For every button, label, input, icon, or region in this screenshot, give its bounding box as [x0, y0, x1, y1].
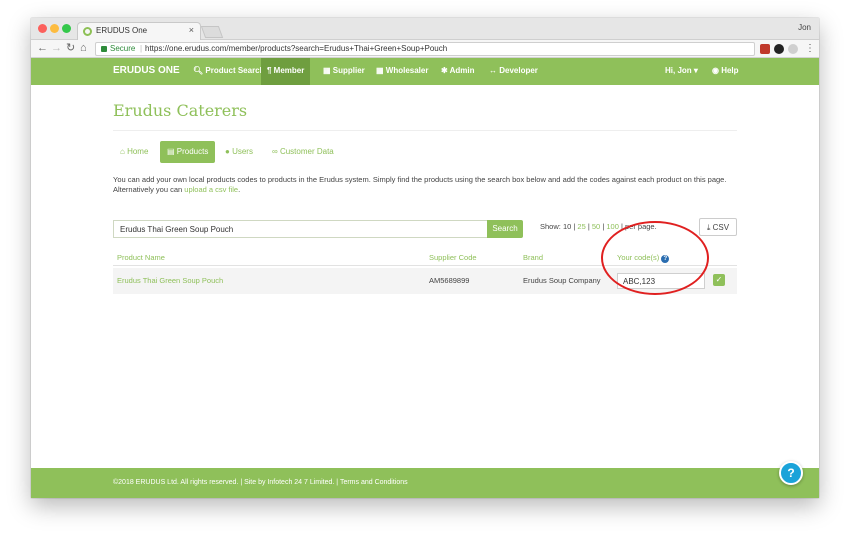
browser-titlebar: ERUDUS One × Jon [31, 18, 819, 40]
nav-developer[interactable]: ↔ Developer [489, 66, 538, 75]
header-brand[interactable]: Brand [523, 253, 543, 262]
dark-extension-icon[interactable] [774, 44, 784, 54]
page-description: You can add your own local products code… [113, 175, 727, 194]
reload-icon[interactable]: ↻ [66, 42, 75, 55]
browser-tab[interactable]: ERUDUS One × [77, 22, 201, 40]
table-icon: ▦ [376, 66, 386, 75]
nav-wholesaler[interactable]: ▦ Wholesaler [376, 66, 428, 75]
title-divider [113, 130, 737, 131]
page-title: Erudus Caterers [113, 101, 248, 120]
code-icon: ↔ [489, 66, 500, 75]
page-size-50[interactable]: 50 [592, 222, 600, 231]
link-icon: ∞ [272, 147, 280, 156]
header-product-name[interactable]: Product Name [117, 253, 165, 262]
tab-customer-data[interactable]: ∞ Customer Data [265, 141, 341, 163]
footer-text: ©2018 ERUDUS Ltd. All rights reserved. |… [113, 479, 408, 486]
header-supplier-code[interactable]: Supplier Code [429, 253, 477, 262]
tab-users[interactable]: ● Users [218, 141, 260, 163]
tab-title: ERUDUS One [96, 26, 148, 35]
url-text[interactable]: https://one.erudus.com/member/products?s… [145, 44, 447, 53]
question-circle-icon: ◉ [712, 66, 722, 75]
favicon-icon [83, 27, 92, 36]
nav-help[interactable]: ◉ Help [712, 66, 739, 75]
new-tab-button[interactable] [200, 26, 224, 38]
list-icon: ▤ [167, 147, 177, 156]
upload-csv-link[interactable]: upload a csv file [184, 185, 238, 194]
tab-close-icon[interactable]: × [189, 25, 194, 35]
tab-products[interactable]: ▤ Products [160, 141, 216, 163]
maximize-window-button[interactable] [62, 24, 71, 33]
home-icon[interactable]: ⌂ [80, 42, 87, 55]
search-input[interactable]: Erudus Thai Green Soup Pouch [113, 220, 488, 238]
address-bar[interactable]: Secure | https://one.erudus.com/member/p… [95, 42, 755, 56]
browser-toolbar: ← → ↻ ⌂ Secure | https://one.erudus.com/… [31, 40, 819, 58]
search-icon: 🔍︎ [193, 66, 206, 75]
browser-menu-icon[interactable]: ⋮ [805, 43, 815, 54]
home-icon: ⌂ [120, 147, 128, 156]
brand-name: Erudus Soup Company [523, 276, 601, 285]
cutlery-icon: ¶ [267, 66, 274, 75]
search-button[interactable]: Search [487, 220, 523, 238]
grey-extension-icon[interactable] [788, 44, 798, 54]
red-annotation-circle [601, 221, 709, 295]
minimize-window-button[interactable] [50, 24, 59, 33]
page-size-25[interactable]: 25 [577, 222, 585, 231]
save-code-check-icon[interactable]: ✓ [713, 274, 725, 286]
tab-home[interactable]: ⌂ Home [113, 141, 155, 163]
product-name-link[interactable]: Erudus Thai Green Soup Pouch [117, 276, 223, 285]
page-size-10[interactable]: 10 [563, 222, 571, 231]
nav-product-search[interactable]: 🔍︎ Product Search [193, 66, 265, 75]
user-menu[interactable]: Hi, Jon ▾ [665, 66, 698, 75]
site-logo[interactable]: ERUDUS ONE [113, 65, 180, 76]
help-bubble-button[interactable]: ? [779, 461, 803, 485]
page-size-100[interactable]: 100 [606, 222, 619, 231]
secure-label: Secure [110, 44, 136, 53]
lock-icon [101, 46, 107, 52]
address-separator: | [140, 44, 143, 53]
calendar-extension-icon[interactable] [760, 44, 770, 54]
forward-arrow-icon[interactable]: → [51, 42, 62, 55]
nav-member[interactable]: ¶ Member [261, 58, 311, 85]
site-footer: ©2018 ERUDUS Ltd. All rights reserved. |… [31, 468, 819, 498]
nav-supplier[interactable]: ▦ Supplier [323, 66, 365, 75]
back-arrow-icon[interactable]: ← [37, 42, 48, 55]
supplier-code: AM5689899 [429, 276, 470, 285]
grid-icon: ▦ [323, 66, 333, 75]
gear-icon: ✱ [441, 66, 450, 75]
user-icon: ● [225, 147, 233, 156]
csv-download-button[interactable]: ⤓ CSV [699, 218, 737, 236]
profile-name[interactable]: Jon [798, 23, 811, 32]
close-window-button[interactable] [38, 24, 47, 33]
nav-admin[interactable]: ✱ Admin [441, 66, 475, 75]
site-navbar: ERUDUS ONE 🔍︎ Product Search ¶ Member ▦ … [31, 58, 819, 85]
